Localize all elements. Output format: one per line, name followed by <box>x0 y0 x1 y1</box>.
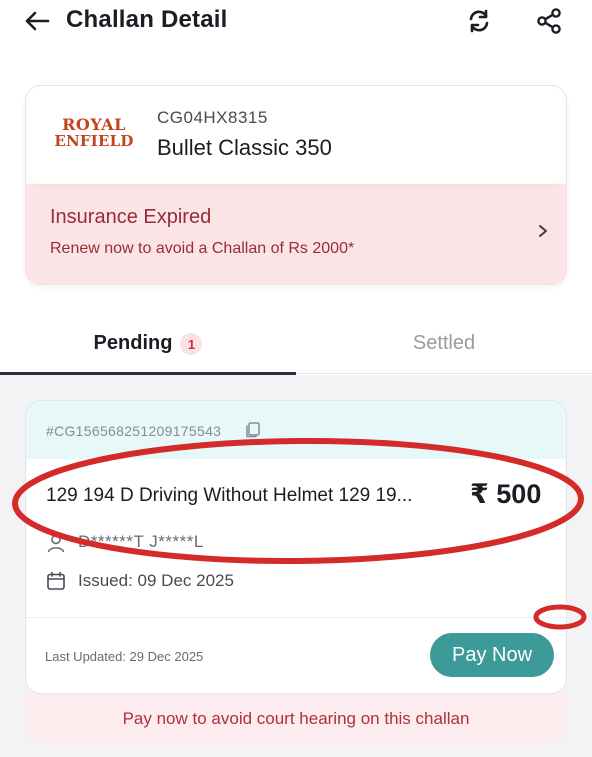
share-button[interactable] <box>533 5 565 37</box>
challan-list: #CG156568251209175543 129 194 D Driving … <box>0 375 592 757</box>
registration-number: CG04HX8315 <box>157 108 268 127</box>
challan-card[interactable]: #CG156568251209175543 129 194 D Driving … <box>25 400 567 694</box>
brand-logo-line2: ENFIELD <box>54 132 134 150</box>
challan-amount: ₹ 500 <box>470 479 542 509</box>
divider <box>26 617 566 618</box>
calendar-icon <box>47 571 65 590</box>
last-updated: Last Updated: 29 Dec 2025 <box>45 649 204 664</box>
arrow-left-icon <box>25 11 50 31</box>
challan-id: #CG156568251209175543 <box>46 423 222 439</box>
vehicle-info: ROYAL ENFIELD CG04HX8315 Bullet Classic … <box>26 86 566 184</box>
copy-icon[interactable] <box>244 421 262 439</box>
share-icon <box>537 8 561 34</box>
insurance-subtitle: Renew now to avoid a Challan of Rs 2000* <box>50 240 355 257</box>
pay-now-button[interactable]: Pay Now <box>430 633 554 677</box>
refresh-button[interactable] <box>463 5 495 37</box>
challan-tabs: Pending 1 Settled <box>0 320 592 376</box>
challan-card-header: #CG156568251209175543 <box>26 401 566 459</box>
vehicle-card: ROYAL ENFIELD CG04HX8315 Bullet Classic … <box>25 85 567 285</box>
tab-pending-label: Pending <box>93 332 173 354</box>
back-button[interactable] <box>22 6 52 36</box>
page-title: Challan Detail <box>66 6 228 33</box>
court-hearing-warning: Pay now to avoid court hearing on this c… <box>25 694 567 744</box>
refresh-icon <box>469 9 489 33</box>
tab-pending[interactable]: Pending 1 <box>0 320 296 376</box>
chevron-right-icon <box>539 225 547 237</box>
brand-logo-line1: ROYAL <box>62 115 126 134</box>
issued-date: Issued: 09 Dec 2025 <box>78 571 234 590</box>
insurance-title: Insurance Expired <box>50 206 212 228</box>
top-bar: Challan Detail <box>0 0 592 44</box>
brand-logo: ROYAL ENFIELD <box>54 116 134 156</box>
person-icon <box>47 534 65 553</box>
accused-name: D******T J*****L <box>78 532 204 551</box>
offence-description: 129 194 D Driving Without Helmet 129 19.… <box>46 485 413 506</box>
vehicle-model: Bullet Classic 350 <box>157 135 332 160</box>
pending-count-badge: 1 <box>180 333 203 355</box>
tab-settled-label: Settled <box>412 332 476 354</box>
insurance-expired-banner[interactable]: Insurance Expired Renew now to avoid a C… <box>26 184 566 284</box>
tab-settled[interactable]: Settled <box>296 320 592 374</box>
